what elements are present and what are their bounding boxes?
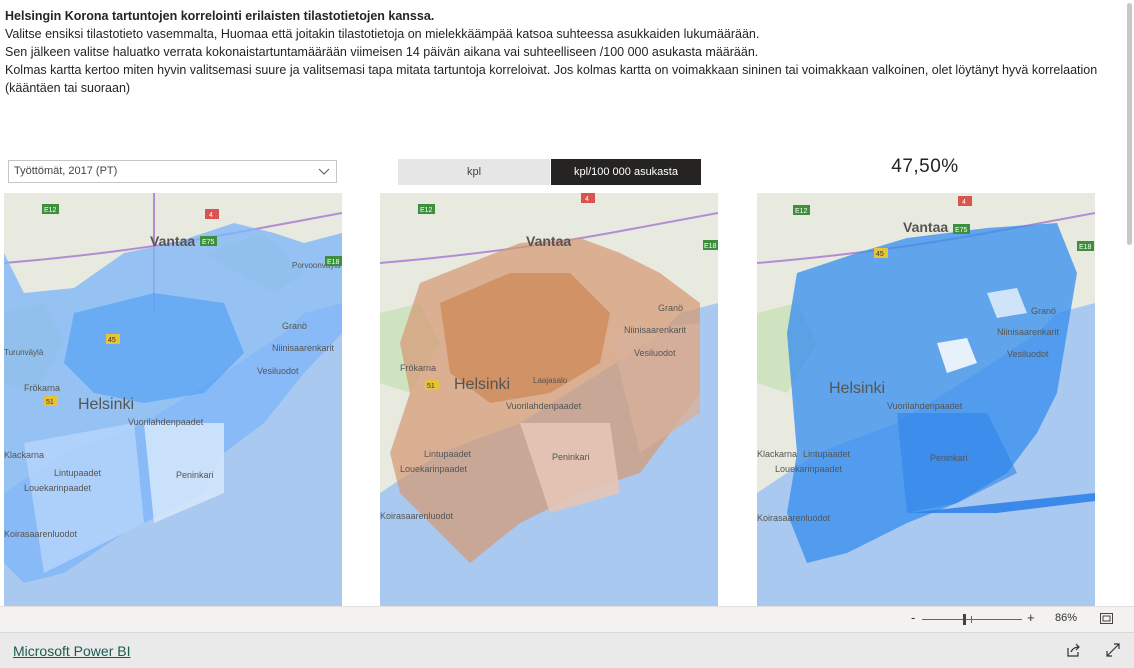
zoom-slider-track[interactable] — [922, 619, 1022, 620]
map3-label-peninkari: Peninkari — [930, 453, 968, 463]
map1-road-e18: E18 — [327, 259, 340, 266]
fit-to-page-icon[interactable] — [1100, 613, 1113, 624]
map1-road-51: 51 — [46, 399, 54, 406]
map3-label-grano: Granö — [1031, 306, 1056, 316]
intro-line-3: Kolmas kartta kertoo miten hyvin valitse… — [5, 63, 1098, 95]
map2-label-peninkari: Peninkari — [552, 452, 590, 462]
map3-road-e12: E12 — [795, 208, 808, 215]
map-infections[interactable]: Vantaa Helsinki Laajasalo Granö Niinisaa… — [380, 193, 718, 606]
map-correlation[interactable]: Vantaa Helsinki Granö Niinisaarenkarit V… — [757, 193, 1095, 606]
map3-label-koirasaarenluodot: Koirasaarenluodot — [757, 513, 831, 523]
map2-label-laajasalo: Laajasalo — [533, 376, 568, 385]
intro-line-1: Valitse ensiksi tilastotieto vasemmalta,… — [5, 27, 760, 41]
zoom-bar: - + 86% — [0, 606, 1134, 632]
map1-label-peninkari: Peninkari — [176, 470, 214, 480]
map1-label-vuorilahdenpaadet: Vuorilahdenpaadet — [128, 417, 204, 427]
map2-road-e18: E18 — [704, 243, 717, 250]
map2-label-louekarinpaadet: Louekarinpaadet — [400, 464, 468, 474]
map2-label-grano: Granö — [658, 303, 683, 313]
map-statistic[interactable]: Vantaa Helsinki Granö Niinisaarenkarit V… — [4, 193, 342, 606]
map2-road-51: 51 — [427, 383, 435, 390]
map3-road-4: 4 — [962, 199, 966, 206]
map1-label-helsinki: Helsinki — [78, 396, 134, 413]
map2-label-lintupaadet: Lintupaadet — [424, 449, 472, 459]
map2-label-vantaa: Vantaa — [526, 233, 571, 249]
map3-label-vesiluodot: Vesiluodot — [1007, 349, 1049, 359]
map1-road-4: 4 — [209, 212, 213, 219]
map3-label-niinisaarenkarit: Niinisaarenkarit — [997, 327, 1060, 337]
map2-label-niinisaarenkarit: Niinisaarenkarit — [624, 325, 687, 335]
map2-label-koirasaarenluodot: Koirasaarenluodot — [380, 511, 454, 521]
map3-road-e18: E18 — [1079, 244, 1092, 251]
toggle-per-100k-button[interactable]: kpl/100 000 asukasta — [551, 159, 701, 185]
map3-label-vuorilahdenpaadet: Vuorilahdenpaadet — [887, 401, 963, 411]
map3-label-helsinki: Helsinki — [829, 380, 885, 397]
zoom-level: 86% — [1055, 612, 1078, 624]
map3-label-lintupaadet: Lintupaadet — [803, 449, 851, 459]
map1-label-grano: Granö — [282, 321, 307, 331]
map1-label-vantaa: Vantaa — [150, 233, 195, 249]
fullscreen-icon[interactable] — [1106, 643, 1120, 657]
statistic-dropdown-value: Työttömät, 2017 (PT) — [14, 165, 118, 177]
power-bi-link[interactable]: Microsoft Power BI — [13, 643, 130, 659]
map1-road-e75: E75 — [202, 239, 215, 246]
map1-label-vesiluodot: Vesiluodot — [257, 366, 299, 376]
map3-label-louekarinpaadet: Louekarinpaadet — [775, 464, 843, 474]
map1-label-turunvayla: Turunväylä — [4, 348, 44, 357]
zoom-slider-tick — [971, 616, 972, 623]
report-canvas: Helsingin Korona tartuntojen korrelointi… — [0, 0, 1124, 606]
toggle-kpl-button[interactable]: kpl — [398, 159, 550, 185]
intro-text: Helsingin Korona tartuntojen korrelointi… — [5, 7, 1115, 97]
map3-road-e75: E75 — [955, 227, 968, 234]
intro-line-2: Sen jälkeen valitse haluatko verrata kok… — [5, 45, 759, 59]
zoom-out-button[interactable]: - — [911, 610, 915, 625]
map2-label-vesiluodot: Vesiluodot — [634, 348, 676, 358]
map1-label-frokarna: Frökarna — [24, 383, 60, 393]
zoom-in-button[interactable]: + — [1027, 610, 1035, 625]
scrollbar-thumb[interactable] — [1127, 3, 1132, 245]
map1-label-lintupaadet: Lintupaadet — [54, 468, 102, 478]
map1-label-niinisaarenkarit: Niinisaarenkarit — [272, 343, 335, 353]
map3-label-vantaa: Vantaa — [903, 219, 948, 235]
map1-label-louekarinpaadet: Louekarinpaadet — [24, 483, 92, 493]
map2-label-vuorilahdenpaadet: Vuorilahdenpaadet — [506, 401, 582, 411]
map2-label-frokarna: Frökarna — [400, 363, 436, 373]
report-title: Helsingin Korona tartuntojen korrelointi… — [5, 9, 435, 23]
footer-bar: Microsoft Power BI — [0, 632, 1134, 668]
chevron-down-icon — [318, 168, 330, 175]
correlation-kpi: 47,50% — [891, 156, 959, 177]
map3-label-klackarna: Klackarna — [757, 449, 797, 459]
map1-label-klackarna: Klackarna — [4, 450, 44, 460]
share-icon[interactable] — [1067, 643, 1081, 657]
map1-label-koirasaarenluodot: Koirasaarenluodot — [4, 529, 78, 539]
zoom-slider-thumb[interactable] — [963, 614, 966, 625]
statistic-dropdown[interactable]: Työttömät, 2017 (PT) — [8, 160, 337, 183]
map2-road-4: 4 — [585, 196, 589, 203]
map1-road-45: 45 — [108, 337, 116, 344]
map1-road-e12: E12 — [44, 207, 57, 214]
map3-road-45: 45 — [876, 251, 884, 258]
map2-label-helsinki: Helsinki — [454, 376, 510, 393]
map2-road-e12: E12 — [420, 207, 433, 214]
